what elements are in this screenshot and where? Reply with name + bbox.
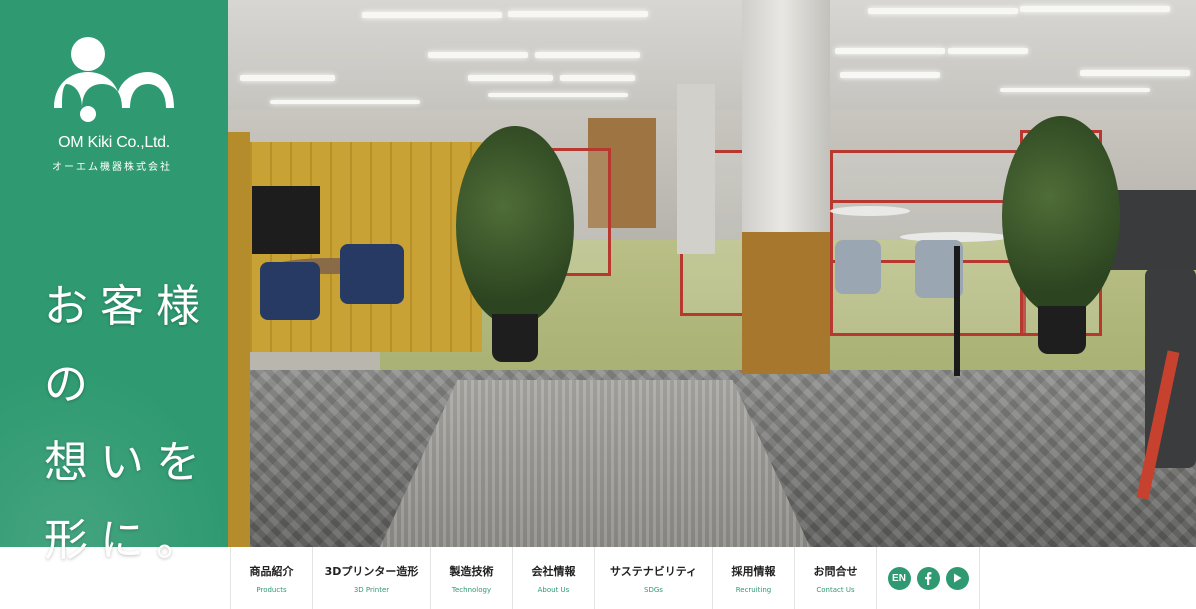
plant-pot: [492, 314, 538, 362]
nav-icon-group: EN: [876, 547, 980, 609]
nav-sublabel: Recruiting: [735, 585, 772, 594]
nav-list: 商品紹介 Products 3Dプリンター造形 3D Printer 製造技術 …: [230, 547, 980, 609]
potted-plant: [456, 126, 574, 326]
nav-label: 会社情報: [531, 564, 576, 578]
pillar: [677, 84, 715, 254]
round-table: [830, 206, 910, 216]
nav-sublabel: Products: [256, 585, 287, 594]
monitor: [252, 186, 320, 254]
english-button[interactable]: EN: [887, 566, 911, 590]
potted-plant: [1002, 116, 1120, 316]
hero-catchphrase: お客様の 想いを形に。: [44, 268, 228, 580]
nav-sublabel: Technology: [451, 585, 492, 594]
wood-pillar-base: [742, 232, 830, 374]
nav-label: 製造技術: [449, 564, 494, 578]
nav-label: 3Dプリンター造形: [324, 564, 419, 578]
company-logo-icon: [54, 37, 174, 122]
navy-chair: [260, 262, 320, 320]
nav-products[interactable]: 商品紹介 Products: [230, 547, 312, 609]
nav-label: 商品紹介: [249, 564, 294, 578]
company-name-jp: オーエム機器株式会社: [52, 162, 172, 173]
nav-sublabel: 3D Printer: [353, 585, 390, 594]
company-name: OM Kiki Co.,Ltd.: [58, 134, 170, 151]
nav-sublabel: SDGs: [644, 585, 663, 594]
nav-3d-printer[interactable]: 3Dプリンター造形 3D Printer: [312, 547, 430, 609]
yellow-booth-side: [228, 132, 250, 547]
nav-about-us[interactable]: 会社情報 About Us: [512, 547, 594, 609]
nav-technology[interactable]: 製造技術 Technology: [430, 547, 512, 609]
catch-line-2: 想いを形に。: [44, 437, 212, 566]
brand-panel: OM Kiki Co.,Ltd. オーエム機器株式会社 お客様の 想いを形に。: [0, 0, 228, 566]
nav-recruiting[interactable]: 採用情報 Recruiting: [712, 547, 794, 609]
nav-sublabel: Contact Us: [816, 585, 855, 594]
nav-sublabel: About Us: [537, 585, 570, 594]
nav-sdgs[interactable]: サステナビリティ SDGs: [594, 547, 712, 609]
nav-label: サステナビリティ: [609, 564, 698, 578]
nav-contact-us[interactable]: お問合せ Contact Us: [794, 547, 876, 609]
chair: [835, 240, 881, 294]
nav-label: 採用情報: [731, 564, 776, 578]
play-icon[interactable]: [945, 566, 969, 590]
navy-chair: [340, 244, 404, 304]
facebook-icon[interactable]: [916, 566, 940, 590]
catch-line-1: お客様の: [44, 281, 212, 410]
nav-label: お問合せ: [813, 564, 858, 578]
plant-pot: [1038, 306, 1086, 354]
